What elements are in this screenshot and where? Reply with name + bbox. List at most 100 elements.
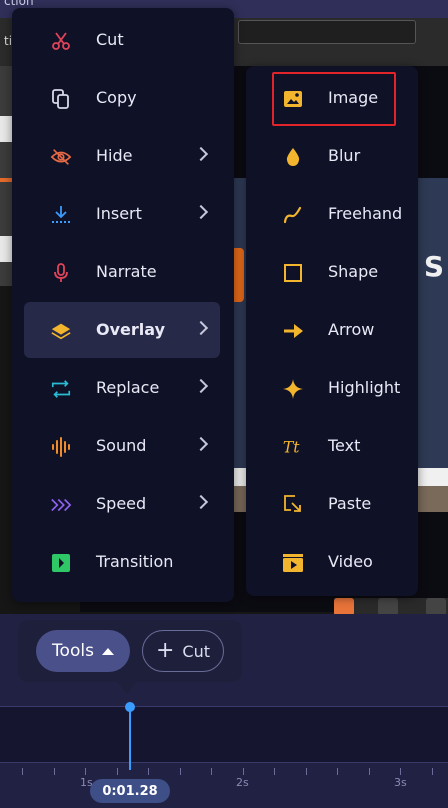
ruler-tick xyxy=(400,768,401,775)
microphone-icon xyxy=(50,262,72,284)
ruler-tick xyxy=(211,768,212,775)
submenu-item-label: Video xyxy=(328,552,373,571)
menu-item-hide[interactable]: Hide xyxy=(24,128,220,184)
ruler-tick xyxy=(54,768,55,775)
submenu-item-arrow[interactable]: Arrow xyxy=(258,302,408,358)
submenu-item-paste[interactable]: Paste xyxy=(258,476,408,532)
menu-item-speed[interactable]: Speed xyxy=(24,476,220,532)
editor-strip-text: ti xyxy=(4,34,13,48)
replace-icon xyxy=(50,378,72,400)
chevron-right-icon xyxy=(193,320,209,336)
tools-button[interactable]: Tools xyxy=(36,630,130,672)
chevron-right-icon xyxy=(193,378,209,394)
menu-item-label: Replace xyxy=(96,378,160,397)
chevron-right-icon xyxy=(193,204,209,220)
ruler-tick xyxy=(148,768,149,775)
ruler-tick xyxy=(180,768,181,775)
submenu-item-label: Blur xyxy=(328,146,361,165)
transition-icon xyxy=(50,552,72,574)
menu-item-label: Copy xyxy=(96,88,137,107)
freehand-icon xyxy=(282,204,304,226)
insert-icon xyxy=(50,204,72,226)
layers-icon xyxy=(50,320,72,342)
menu-item-label: Cut xyxy=(96,30,124,49)
tick-label: 2s xyxy=(236,776,249,789)
submenu-item-blur[interactable]: Blur xyxy=(258,128,408,184)
media-thumbnail[interactable] xyxy=(0,116,12,142)
eye-off-icon xyxy=(50,146,72,168)
copy-icon xyxy=(50,88,72,110)
timeline-track[interactable] xyxy=(0,707,448,762)
submenu-item-label: Freehand xyxy=(328,204,403,223)
ruler-tick xyxy=(22,768,23,775)
sound-wave-icon xyxy=(50,436,72,458)
menu-item-sound[interactable]: Sound xyxy=(24,418,220,474)
video-icon xyxy=(282,552,304,574)
menu-item-copy[interactable]: Copy xyxy=(24,70,220,126)
media-thumbnail[interactable] xyxy=(0,236,12,262)
submenu-item-highlight[interactable]: Highlight xyxy=(258,360,408,416)
playhead[interactable] xyxy=(129,706,131,770)
submenu-item-shape[interactable]: Shape xyxy=(258,244,408,300)
playhead-handle[interactable] xyxy=(125,702,135,712)
ruler-tick xyxy=(337,768,338,775)
submenu-item-label: Shape xyxy=(328,262,379,281)
square-icon xyxy=(282,262,304,284)
chevron-right-icon xyxy=(193,436,209,452)
ruler-tick xyxy=(432,768,433,775)
speed-icon xyxy=(50,494,72,516)
overlay-submenu: Image Blur Freehand Shape Arrow Highligh… xyxy=(246,66,418,596)
ruler-tick xyxy=(85,768,86,775)
editor-tab xyxy=(238,20,416,44)
sparkle-icon xyxy=(282,378,304,400)
ruler-tick xyxy=(117,768,118,775)
image-highlight-box xyxy=(272,72,396,126)
cut-button[interactable]: + Cut xyxy=(142,630,224,672)
paste-icon xyxy=(282,494,304,516)
caret-up-icon xyxy=(101,647,114,655)
chevron-right-icon xyxy=(193,494,209,510)
submenu-item-freehand[interactable]: Freehand xyxy=(258,186,408,242)
scissors-icon xyxy=(50,30,72,52)
menu-item-label: Insert xyxy=(96,204,142,223)
menu-item-label: Speed xyxy=(96,494,147,513)
menu-item-label: Hide xyxy=(96,146,133,165)
submenu-item-text[interactable]: Tt Text xyxy=(258,418,408,474)
ruler-tick xyxy=(274,768,275,775)
menu-item-overlay[interactable]: Overlay xyxy=(24,302,220,358)
track-divider xyxy=(0,706,448,707)
tools-button-label: Tools xyxy=(52,641,94,661)
text-icon: Tt xyxy=(282,436,304,458)
tick-label: 3s xyxy=(394,776,407,789)
drop-icon xyxy=(282,146,304,168)
preview-letter: S xyxy=(423,250,444,283)
svg-text:Tt: Tt xyxy=(283,439,300,457)
submenu-item-label: Text xyxy=(328,436,361,455)
menu-item-label: Transition xyxy=(96,552,174,571)
media-marker xyxy=(0,178,12,182)
menu-item-replace[interactable]: Replace xyxy=(24,360,220,416)
menu-item-label: Overlay xyxy=(96,320,165,339)
submenu-item-label: Highlight xyxy=(328,378,401,397)
menu-item-transition[interactable]: Transition xyxy=(24,534,220,590)
submenu-item-video[interactable]: Video xyxy=(258,534,408,590)
current-time-display: 0:01.28 xyxy=(90,779,170,803)
ruler-tick xyxy=(369,768,370,775)
media-side-panel xyxy=(0,66,12,286)
menu-item-narrate[interactable]: Narrate xyxy=(24,244,220,300)
ruler-tick xyxy=(306,768,307,775)
menu-item-label: Narrate xyxy=(96,262,157,281)
ruler-tick xyxy=(243,768,244,775)
submenu-item-label: Paste xyxy=(328,494,372,513)
chevron-right-icon xyxy=(193,146,209,162)
menu-item-insert[interactable]: Insert xyxy=(24,186,220,242)
track-divider xyxy=(0,762,448,763)
tools-popup-pointer xyxy=(116,680,138,694)
cut-button-label: Cut xyxy=(182,641,211,661)
submenu-item-label: Arrow xyxy=(328,320,375,339)
arrow-icon xyxy=(282,320,304,342)
menu-item-cut[interactable]: Cut xyxy=(24,12,220,68)
title-fragment: ction xyxy=(4,0,34,8)
plus-icon: + xyxy=(155,638,175,663)
context-menu: Cut Copy Hide Insert Narrate Overlay Rep… xyxy=(12,8,234,602)
